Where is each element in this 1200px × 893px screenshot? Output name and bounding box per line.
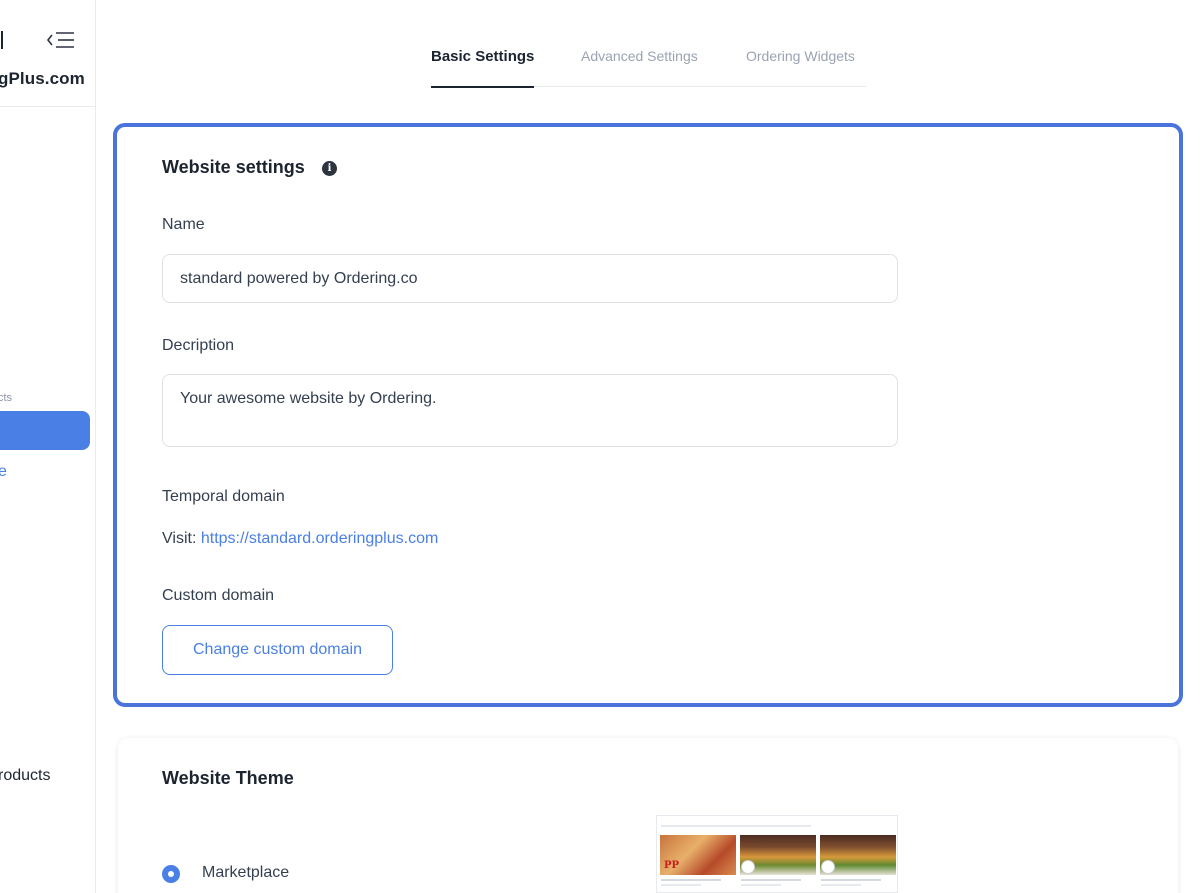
name-label: Name — [162, 216, 205, 233]
sidebar: gPlus.com cts e roducts — [0, 0, 96, 893]
settings-tabs: Basic Settings Advanced Settings Orderin… — [431, 40, 866, 88]
preview-logo-dot — [741, 860, 755, 874]
theme-preview-thumbnail[interactable]: PP — [656, 815, 898, 893]
sidebar-divider — [0, 106, 95, 107]
preview-pizza-image: PP — [660, 835, 736, 875]
preview-caption-sub — [741, 884, 781, 886]
preview-caption — [661, 879, 721, 881]
sidebar-item-products[interactable]: roducts — [0, 767, 50, 785]
info-icon[interactable]: i — [322, 161, 337, 176]
collapse-sidebar-icon[interactable] — [44, 28, 78, 52]
temporal-domain-link[interactable]: https://standard.orderingplus.com — [201, 530, 438, 547]
brand-name: gPlus.com — [0, 69, 85, 88]
visit-line: Visit: https://standard.orderingplus.com — [162, 530, 438, 548]
name-input[interactable] — [162, 254, 898, 303]
description-input[interactable]: Your awesome website by Ordering. — [162, 374, 898, 447]
change-custom-domain-button[interactable]: Change custom domain — [162, 625, 393, 675]
sidebar-item-active[interactable] — [0, 411, 90, 450]
marketplace-radio[interactable] — [162, 865, 180, 883]
description-label: Decription — [162, 337, 235, 354]
visit-prefix: Visit: — [162, 530, 197, 547]
preview-header-bar — [661, 825, 811, 827]
preview-burger-image — [740, 835, 816, 875]
preview-burger-image-2 — [820, 835, 896, 875]
preview-caption-sub — [821, 884, 861, 886]
preview-caption-sub — [661, 884, 701, 886]
website-settings-title: Website settings — [162, 157, 305, 177]
preview-logo-dot-2 — [821, 860, 835, 874]
preview-logo-badge: PP — [664, 860, 680, 871]
tab-advanced-settings[interactable]: Advanced Settings — [581, 40, 698, 87]
logo-mark — [0, 31, 3, 49]
preview-caption — [741, 879, 801, 881]
website-theme-title: Website Theme — [162, 768, 294, 788]
custom-domain-label: Custom domain — [162, 587, 275, 604]
temporal-domain-label: Temporal domain — [162, 488, 285, 505]
marketplace-radio-label[interactable]: Marketplace — [202, 864, 289, 882]
preview-caption — [821, 879, 881, 881]
tab-basic-settings[interactable]: Basic Settings — [431, 40, 535, 88]
tab-ordering-widgets[interactable]: Ordering Widgets — [746, 40, 855, 87]
sidebar-section-label: cts — [0, 392, 13, 404]
sidebar-link[interactable]: e — [0, 463, 7, 481]
